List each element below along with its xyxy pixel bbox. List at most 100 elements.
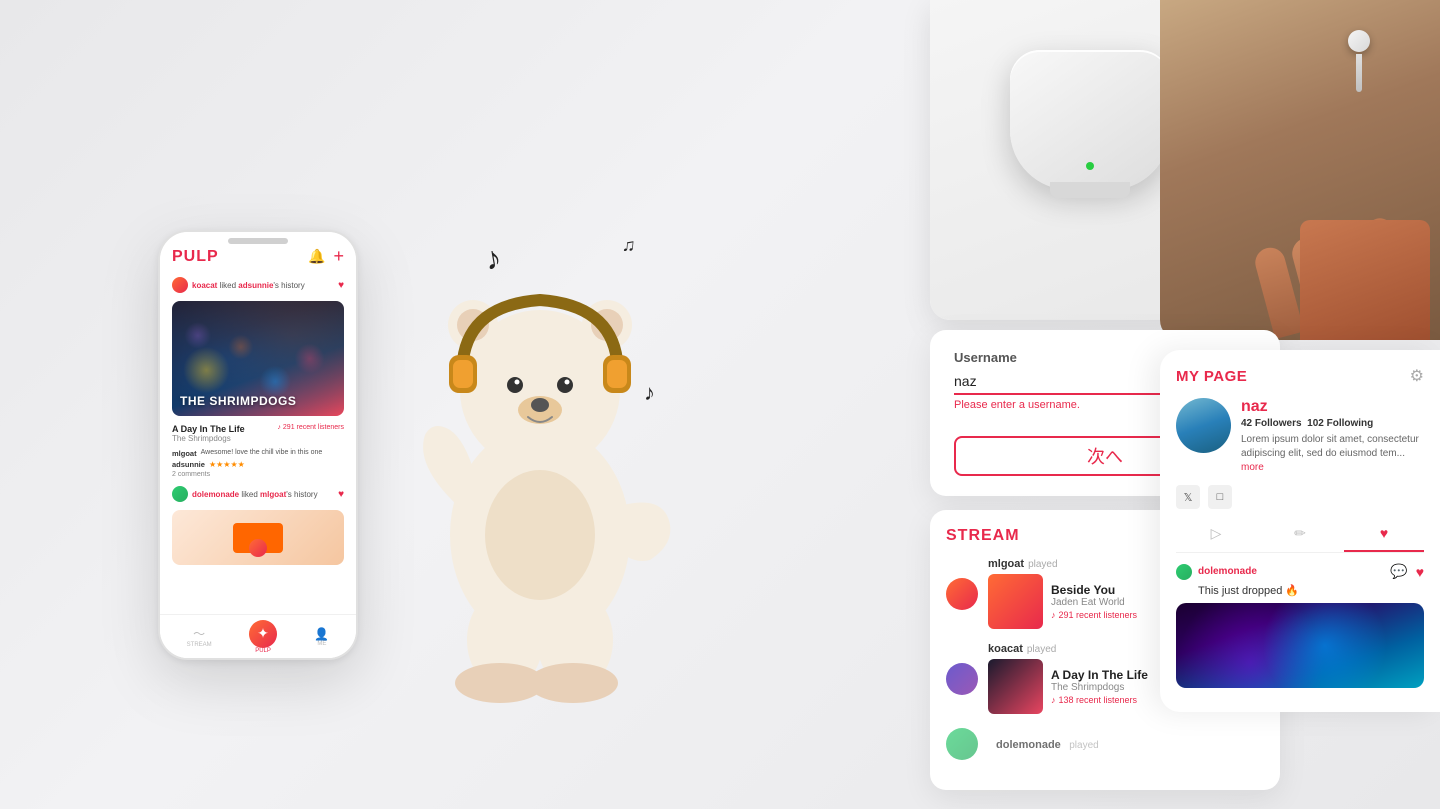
phone-body: PULP 🔔 + koacat liked adsunnie's history… — [158, 230, 358, 660]
comments-count: 2 comments — [172, 471, 344, 478]
read-more-link[interactable]: more — [1241, 462, 1264, 473]
pulp-nav-icon: ✦ — [249, 620, 277, 648]
mypage-social: 𝕏 □ — [1176, 485, 1424, 509]
stream-title: STREAM — [946, 527, 1020, 545]
airpod-hinge — [1050, 182, 1130, 198]
track-title: A Day In The Life — [172, 424, 245, 434]
bear-svg — [395, 195, 685, 715]
post-like-icon[interactable]: ♥ — [1416, 564, 1424, 580]
mypage-username: naz — [1241, 398, 1424, 416]
comment-text-1: Awesome! love the chill vibe in this one — [201, 449, 323, 456]
nav-pulp-label: PULP — [249, 648, 277, 654]
track-listeners: ♪ 291 recent listeners — [277, 424, 344, 431]
comment-section: mlgoat Awesome! love the chill vibe in t… — [160, 447, 356, 480]
music-note-2: ♫ — [621, 234, 636, 256]
indicator-light — [1086, 162, 1094, 170]
mypage-header: MY PAGE ⚙ — [1176, 366, 1424, 386]
avatar-dolemonade — [172, 486, 188, 502]
heart-icon-2[interactable]: ♥ — [338, 489, 344, 500]
stream-album-2 — [988, 659, 1043, 714]
mypage-user-info: naz 42 Followers 102 Following Lorem ips… — [1241, 398, 1424, 475]
nav-stream[interactable]: 〜 STREAM — [187, 625, 212, 648]
post-username[interactable]: dolemonade — [1198, 566, 1257, 577]
comment-user-1: mlgoat — [172, 449, 197, 458]
stream-user-1: mlgoat — [988, 558, 1024, 570]
instagram-icon[interactable]: □ — [1208, 485, 1232, 509]
post-avatar — [1176, 564, 1192, 580]
hand-airpod-bud — [1348, 30, 1370, 52]
notification-icon[interactable]: 🔔 — [308, 248, 325, 265]
stream-played-2: played — [1027, 644, 1056, 655]
stream-avatar-koacat — [946, 663, 978, 695]
add-icon[interactable]: + — [333, 246, 344, 267]
avatar-koacat — [172, 277, 188, 293]
phone-screen: PULP 🔔 + koacat liked adsunnie's history… — [160, 232, 356, 658]
post-image-text: THE SHRIMPDOGS — [180, 394, 336, 408]
airpod-in-hand — [1348, 30, 1370, 92]
activity-row-2: dolemonade liked mlgoat's history ♥ — [160, 482, 356, 506]
mypage-stats: 42 Followers 102 Following — [1241, 418, 1424, 429]
phone-mockup: PULP 🔔 + koacat liked adsunnie's history… — [158, 230, 358, 660]
mypage-post-header: dolemonade 💬 ♥ — [1176, 563, 1424, 580]
user-dolemonade[interactable]: dolemonade — [192, 490, 239, 499]
stream-played-1: played — [1028, 559, 1057, 570]
phone-notch — [228, 238, 288, 244]
submit-icon: 次へ — [1087, 443, 1123, 469]
track-info: A Day In The Life The Shrimpdogs ♪ 291 r… — [160, 420, 356, 447]
mypage-bio: Lorem ipsum dolor sit amet, consectetur … — [1241, 433, 1424, 475]
tab-liked[interactable]: ♥ — [1344, 517, 1424, 552]
stream-avatar-dolemonade — [946, 728, 978, 760]
mypage-post: dolemonade 💬 ♥ This just dropped 🔥 — [1176, 563, 1424, 688]
hand-airpod-stem — [1356, 54, 1362, 92]
phone-logo: PULP — [172, 248, 219, 266]
bear-character: ♪ ♫ ♪ — [395, 195, 685, 715]
stream-avatar-mlgoat — [946, 578, 978, 610]
airpod-case-body — [1010, 50, 1170, 190]
stream-icon: 〜 — [187, 625, 212, 642]
palm — [1300, 220, 1430, 340]
nav-pulp[interactable]: ✦ PULP — [249, 620, 277, 654]
hand-background — [1160, 0, 1440, 340]
stream-user-2: koacat — [988, 643, 1023, 655]
nav-me[interactable]: 👤 ME — [314, 627, 329, 647]
post-comment-icon[interactable]: 💬 — [1390, 563, 1407, 580]
post-actions: 💬 ♥ — [1390, 563, 1424, 580]
stream-item-3: dolemonade played — [946, 728, 1264, 760]
nav-stream-label: STREAM — [187, 642, 212, 648]
post-card-dot — [249, 539, 267, 557]
mypage-title: MY PAGE — [1176, 368, 1247, 385]
music-note-3: ♪ — [644, 380, 655, 406]
comment-row-1: mlgoat Awesome! love the chill vibe in t… — [172, 449, 344, 458]
activity-row-1: koacat liked adsunnie's history ♥ — [160, 273, 356, 297]
activity-info-2: dolemonade liked mlgoat's history — [172, 486, 318, 502]
twitter-icon[interactable]: 𝕏 — [1176, 485, 1200, 509]
avatar-image — [1176, 398, 1231, 453]
stream-album-1 — [988, 574, 1043, 629]
stream-played-3: played — [1069, 740, 1098, 751]
mypage-tabs: ▷ ✏ ♥ — [1176, 517, 1424, 553]
phone-bottom-nav: 〜 STREAM ✦ PULP 👤 ME — [160, 614, 356, 658]
track-artist: The Shrimpdogs — [172, 434, 245, 443]
phone-header-icons: 🔔 + — [308, 246, 344, 267]
tab-play[interactable]: ▷ — [1176, 517, 1256, 552]
heart-icon-1[interactable]: ♥ — [338, 280, 344, 291]
settings-icon[interactable]: ⚙ — [1410, 366, 1424, 386]
nav-me-label: ME — [314, 641, 329, 647]
me-icon: 👤 — [314, 627, 329, 641]
mypage-profile: naz 42 Followers 102 Following Lorem ips… — [1176, 398, 1424, 475]
post-image-city[interactable]: THE SHRIMPDOGS — [172, 301, 344, 416]
post-image-overlay — [1176, 603, 1424, 688]
mypage-panel: MY PAGE ⚙ naz 42 Followers 102 Following… — [1160, 350, 1440, 712]
hand-panel — [1160, 0, 1440, 340]
comment-row-2: adsunnie ★★★★★ — [172, 460, 344, 469]
user-koacat[interactable]: koacat — [192, 281, 217, 290]
post-card-2[interactable] — [172, 510, 344, 565]
tab-edit[interactable]: ✏ — [1260, 517, 1340, 552]
activity-info-1: koacat liked adsunnie's history — [172, 277, 305, 293]
post-caption: This just dropped 🔥 — [1198, 584, 1424, 597]
mypage-avatar — [1176, 398, 1231, 453]
comment-stars: ★★★★★ — [209, 460, 245, 469]
post-image-dark[interactable] — [1176, 603, 1424, 688]
comment-user-2: adsunnie — [172, 460, 205, 469]
stream-user-3: dolemonade — [996, 739, 1061, 751]
